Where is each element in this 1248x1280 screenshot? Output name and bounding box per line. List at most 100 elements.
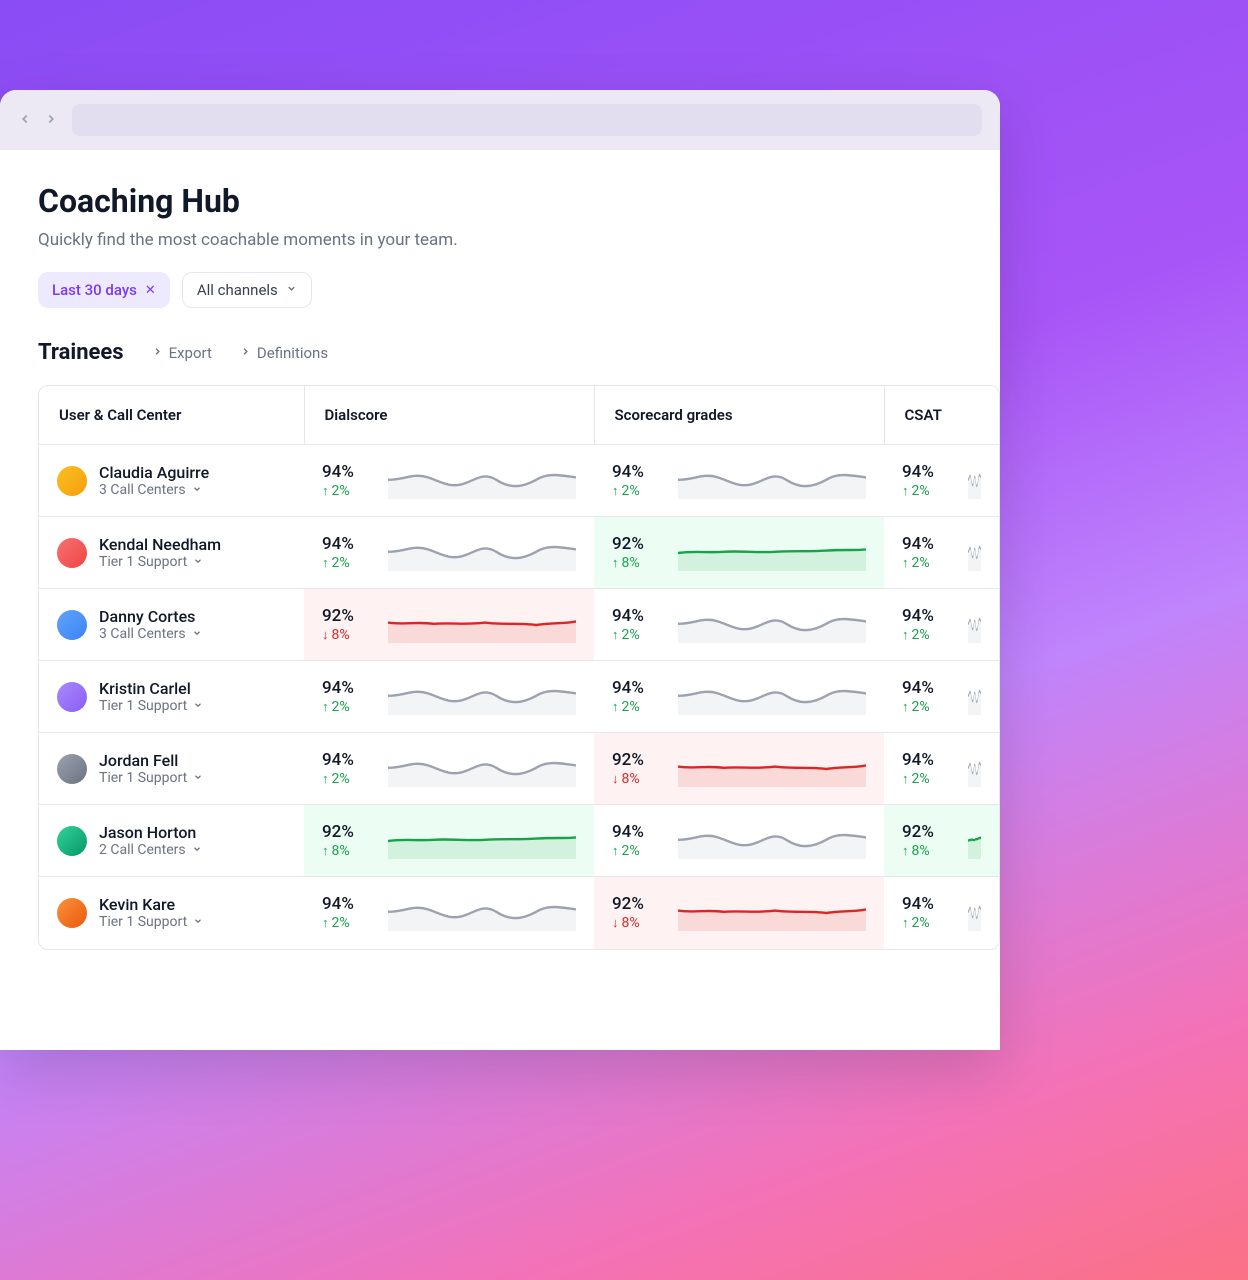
scorecard-delta: ↓8% [612, 771, 664, 787]
dialscore-value: 94% [322, 894, 374, 914]
arrow-up-icon: ↑ [612, 483, 619, 499]
app-window: Coaching Hub Quickly find the most coach… [0, 90, 1000, 1050]
csat-nums: 92% ↑8% [902, 822, 954, 859]
user-cell[interactable]: Danny Cortes 3 Call Centers [39, 589, 304, 660]
csat-sparkline [968, 463, 981, 499]
dialscore-value: 94% [322, 750, 374, 770]
dialscore-nums: 94% ↑2% [322, 678, 374, 715]
definitions-link[interactable]: Definitions [240, 344, 328, 362]
url-bar[interactable] [72, 104, 982, 136]
chevron-down-icon [192, 628, 202, 641]
dialscore-sparkline [388, 823, 576, 859]
user-sub[interactable]: Tier 1 Support [99, 554, 221, 570]
chevron-down-icon [193, 556, 203, 569]
user-sub[interactable]: 3 Call Centers [99, 626, 202, 642]
csat-cell: 94% ↑2% [884, 877, 999, 949]
dialscore-nums: 94% ↑2% [322, 894, 374, 931]
table-row: Jason Horton 2 Call Centers 92% ↑8% [39, 805, 999, 877]
scorecard-cell: 92% ↓8% [594, 733, 884, 804]
scorecard-nums: 92% ↑8% [612, 534, 664, 571]
scorecard-value: 94% [612, 678, 664, 698]
scorecard-value: 94% [612, 462, 664, 482]
dialscore-delta: ↑2% [322, 915, 374, 931]
dialscore-delta: ↑2% [322, 771, 374, 787]
dialscore-value: 94% [322, 462, 374, 482]
dialscore-value: 92% [322, 606, 374, 626]
scorecard-delta: ↑2% [612, 483, 664, 499]
user-sub[interactable]: Tier 1 Support [99, 770, 203, 786]
col-dialscore: Dialscore [304, 386, 594, 445]
arrow-up-icon: ↑ [902, 699, 909, 715]
arrow-up-icon: ↑ [322, 843, 329, 859]
dialscore-delta: ↑8% [322, 843, 374, 859]
scorecard-sparkline [678, 607, 866, 643]
dialscore-cell: 92% ↑8% [304, 805, 594, 876]
csat-delta: ↑2% [902, 627, 954, 643]
user-sub[interactable]: Tier 1 Support [99, 698, 203, 714]
user-cell[interactable]: Kevin Kare Tier 1 Support [39, 877, 304, 949]
csat-cell: 92% ↑8% [884, 805, 999, 876]
csat-nums: 94% ↑2% [902, 678, 954, 715]
user-name: Jordan Fell [99, 751, 203, 770]
user-sub[interactable]: 2 Call Centers [99, 842, 202, 858]
trainees-table: User & Call Center Dialscore Scorecard g… [38, 385, 1000, 950]
col-scorecard: Scorecard grades [594, 386, 884, 445]
scorecard-nums: 94% ↑2% [612, 822, 664, 859]
dialscore-cell: 94% ↑2% [304, 517, 594, 588]
chevron-right-icon [152, 346, 163, 360]
table-row: Kendal Needham Tier 1 Support 94% ↑2% [39, 517, 999, 589]
user-name: Kevin Kare [99, 895, 203, 914]
scorecard-nums: 94% ↑2% [612, 462, 664, 499]
user-info: Kendal Needham Tier 1 Support [99, 535, 221, 570]
user-cell[interactable]: Jason Horton 2 Call Centers [39, 805, 304, 876]
csat-cell: 94% ↑2% [884, 589, 999, 660]
col-csat: CSAT [884, 386, 999, 445]
dialscore-cell: 94% ↑2% [304, 877, 594, 949]
csat-sparkline [968, 535, 981, 571]
chevron-down-icon [192, 484, 202, 497]
user-cell[interactable]: Kristin Carlel Tier 1 Support [39, 661, 304, 732]
user-sub[interactable]: Tier 1 Support [99, 914, 203, 930]
scorecard-sparkline [678, 535, 866, 571]
filter-date[interactable]: Last 30 days ✕ [38, 272, 170, 308]
arrow-up-icon: ↑ [902, 483, 909, 499]
arrow-up-icon: ↑ [322, 699, 329, 715]
close-icon[interactable]: ✕ [145, 283, 156, 298]
dialscore-sparkline [388, 463, 576, 499]
user-sub[interactable]: 3 Call Centers [99, 482, 209, 498]
csat-nums: 94% ↑2% [902, 534, 954, 571]
content: Coaching Hub Quickly find the most coach… [0, 150, 1000, 982]
avatar [57, 682, 87, 712]
export-link[interactable]: Export [152, 344, 212, 362]
csat-sparkline [968, 751, 981, 787]
forward-button[interactable] [44, 110, 58, 131]
arrow-up-icon: ↑ [322, 915, 329, 931]
export-label: Export [169, 344, 212, 362]
filter-channel[interactable]: All channels [182, 272, 312, 308]
dialscore-delta: ↓8% [322, 627, 374, 643]
user-cell[interactable]: Jordan Fell Tier 1 Support [39, 733, 304, 804]
scorecard-cell: 94% ↑2% [594, 445, 884, 516]
arrow-up-icon: ↑ [612, 555, 619, 571]
user-cell[interactable]: Kendal Needham Tier 1 Support [39, 517, 304, 588]
scorecard-nums: 92% ↓8% [612, 750, 664, 787]
scorecard-value: 92% [612, 750, 664, 770]
user-cell[interactable]: Claudia Aguirre 3 Call Centers [39, 445, 304, 516]
csat-sparkline [968, 679, 981, 715]
arrow-down-icon: ↓ [612, 915, 619, 931]
user-name: Claudia Aguirre [99, 463, 209, 482]
scorecard-cell: 94% ↑2% [594, 589, 884, 660]
filter-channel-label: All channels [197, 281, 278, 299]
scorecard-nums: 92% ↓8% [612, 894, 664, 931]
csat-nums: 94% ↑2% [902, 606, 954, 643]
scorecard-delta: ↑2% [612, 843, 664, 859]
csat-delta: ↑2% [902, 483, 954, 499]
table-row: Kristin Carlel Tier 1 Support 94% ↑2% [39, 661, 999, 733]
back-button[interactable] [18, 110, 32, 131]
arrow-up-icon: ↑ [612, 699, 619, 715]
scorecard-sparkline [678, 463, 866, 499]
user-info: Danny Cortes 3 Call Centers [99, 607, 202, 642]
chevron-down-icon [192, 844, 202, 857]
csat-nums: 94% ↑2% [902, 894, 954, 931]
dialscore-cell: 94% ↑2% [304, 445, 594, 516]
